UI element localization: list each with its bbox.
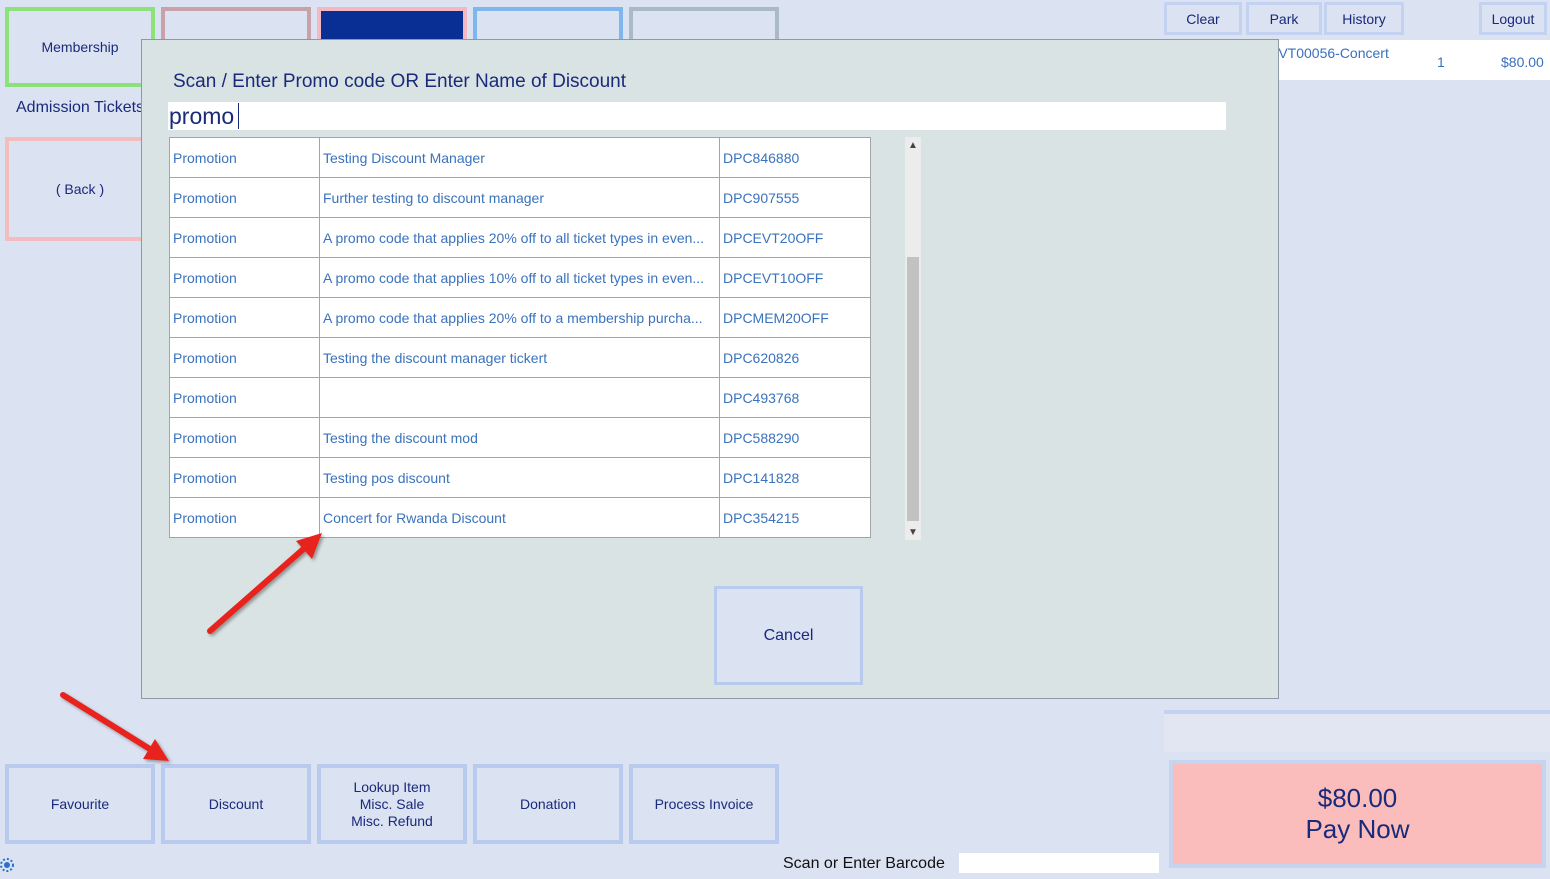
discount-row[interactable]: Promotion Further testing to discount man… xyxy=(169,177,871,218)
discount-code-cell[interactable]: DPC141828 xyxy=(719,457,871,498)
donation-button[interactable]: Donation xyxy=(473,764,623,844)
discount-row[interactable]: Promotion A promo code that applies 20% o… xyxy=(169,297,871,338)
discount-row[interactable]: Promotion Testing Discount Manager DPC8468… xyxy=(169,137,871,178)
category-tile-3[interactable] xyxy=(317,7,467,43)
scroll-up-icon[interactable]: ▲ xyxy=(905,137,921,153)
discount-type-cell[interactable]: Promotion xyxy=(169,417,320,458)
clear-button[interactable]: Clear xyxy=(1164,2,1242,35)
logout-button[interactable]: Logout xyxy=(1479,2,1547,35)
discount-row[interactable]: Promotion Testing the discount manager ti… xyxy=(169,337,871,378)
discount-name-cell[interactable]: Testing the discount manager tickert xyxy=(319,337,720,378)
cart-item-qty: 1 xyxy=(1437,54,1445,70)
discount-row[interactable]: Promotion Testing the discount mod DPC5882… xyxy=(169,417,871,458)
discount-type-cell[interactable]: Promotion xyxy=(169,377,320,418)
discount-code-cell[interactable]: DPC846880 xyxy=(719,137,871,178)
scroll-down-icon[interactable]: ▼ xyxy=(905,524,921,540)
discount-code-cell[interactable]: DPC354215 xyxy=(719,497,871,538)
cart-item-price: $80.00 xyxy=(1501,54,1544,70)
results-scrollbar[interactable]: ▲ ▼ xyxy=(905,137,921,540)
discount-name-cell[interactable]: A promo code that applies 10% off to all… xyxy=(319,257,720,298)
park-button[interactable]: Park xyxy=(1246,2,1322,35)
cart-summary-area xyxy=(1164,714,1550,752)
cancel-button[interactable]: Cancel xyxy=(714,586,863,685)
back-button[interactable]: ( Back ) xyxy=(5,137,155,241)
category-tile-5[interactable] xyxy=(629,7,779,43)
discount-code-cell[interactable]: DPC588290 xyxy=(719,417,871,458)
settings-icon[interactable] xyxy=(0,856,16,874)
scroll-thumb[interactable] xyxy=(907,257,919,521)
favourite-button[interactable]: Favourite xyxy=(5,764,155,844)
discount-code-cell[interactable]: DPC620826 xyxy=(719,337,871,378)
annotation-arrow-icon xyxy=(207,533,322,634)
discount-name-cell[interactable]: A promo code that applies 20% off to all… xyxy=(319,217,720,258)
discount-type-cell[interactable]: Promotion xyxy=(169,257,320,298)
discount-name-cell[interactable]: Concert for Rwanda Discount xyxy=(319,497,720,538)
discount-type-cell[interactable]: Promotion xyxy=(169,177,320,218)
section-label: Admission Tickets xyxy=(16,99,145,116)
annotation-arrow-icon xyxy=(60,692,169,761)
discount-code-cell[interactable]: DPC493768 xyxy=(719,377,871,418)
discount-name-cell[interactable]: Further testing to discount manager xyxy=(319,177,720,218)
discount-name-cell[interactable] xyxy=(319,377,720,418)
text-caret xyxy=(238,103,239,129)
discount-row[interactable]: Promotion DPC493768 xyxy=(169,377,871,418)
discount-code-cell[interactable]: DPCEVT20OFF xyxy=(719,217,871,258)
membership-tile[interactable]: Membership xyxy=(5,7,155,87)
discount-name-cell[interactable]: Testing the discount mod xyxy=(319,417,720,458)
pay-amount: $80.00 xyxy=(1317,783,1398,813)
discount-button[interactable]: Discount xyxy=(161,764,311,844)
discount-name-cell[interactable]: Testing pos discount xyxy=(319,457,720,498)
discount-code-cell[interactable]: DPC907555 xyxy=(719,177,871,218)
discount-row[interactable]: Promotion A promo code that applies 20% o… xyxy=(169,217,871,258)
cart-item-name: EVT00056-Concert xyxy=(1269,45,1389,61)
discount-code-cell[interactable]: DPCMEM20OFF xyxy=(719,297,871,338)
discount-results-table: Promotion Testing Discount Manager DPC8468… xyxy=(169,137,871,538)
category-tile-2[interactable] xyxy=(161,7,311,43)
discount-type-cell[interactable]: Promotion xyxy=(169,137,320,178)
discount-code-cell[interactable]: DPCEVT10OFF xyxy=(719,257,871,298)
discount-type-cell[interactable]: Promotion xyxy=(169,217,320,258)
discount-name-cell[interactable]: A promo code that applies 20% off to a m… xyxy=(319,297,720,338)
discount-type-cell[interactable]: Promotion xyxy=(169,457,320,498)
discount-type-cell[interactable]: Promotion xyxy=(169,337,320,378)
history-button[interactable]: History xyxy=(1324,2,1404,35)
process-invoice-button[interactable]: Process Invoice xyxy=(629,764,779,844)
barcode-input[interactable] xyxy=(959,853,1159,873)
pay-label: Pay Now xyxy=(1305,814,1410,844)
pay-now-button[interactable]: $80.00 Pay Now xyxy=(1169,760,1546,868)
barcode-label: Scan or Enter Barcode xyxy=(783,855,945,872)
lookup-item-button[interactable]: Lookup Item Misc. Sale Misc. Refund xyxy=(317,764,467,844)
dialog-title: Scan / Enter Promo code OR Enter Name of… xyxy=(173,71,627,92)
discount-row[interactable]: Promotion A promo code that applies 10% o… xyxy=(169,257,871,298)
discount-type-cell[interactable]: Promotion xyxy=(169,297,320,338)
promo-search-input[interactable] xyxy=(168,102,1226,130)
discount-name-cell[interactable]: Testing Discount Manager xyxy=(319,137,720,178)
category-tile-4[interactable] xyxy=(473,7,623,43)
discount-row[interactable]: Promotion Testing pos discount DPC141828 xyxy=(169,457,871,498)
